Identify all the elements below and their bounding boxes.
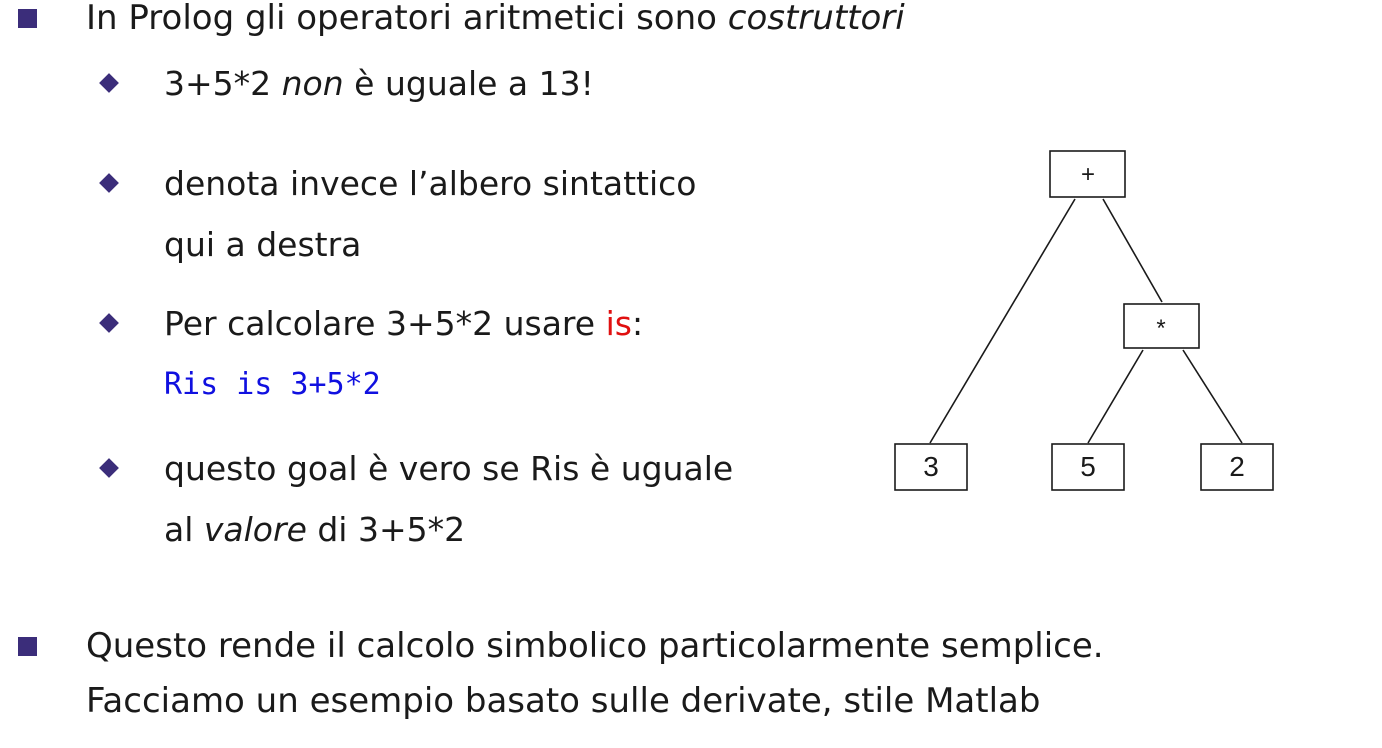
leaf-mid-label: 5 bbox=[1080, 451, 1096, 482]
leaf-left-label: 3 bbox=[923, 451, 939, 482]
edge-root-left bbox=[929, 198, 1076, 444]
edge-mult-mid bbox=[1087, 349, 1144, 444]
node-root-label: + bbox=[1081, 161, 1095, 188]
edge-root-mult bbox=[1102, 198, 1163, 303]
syntax-tree-diagram: + * 3 5 2 bbox=[894, 150, 1274, 491]
node-mult-label: * bbox=[1156, 315, 1165, 342]
leaf-right-label: 2 bbox=[1229, 451, 1245, 482]
edge-mult-right bbox=[1182, 349, 1243, 444]
